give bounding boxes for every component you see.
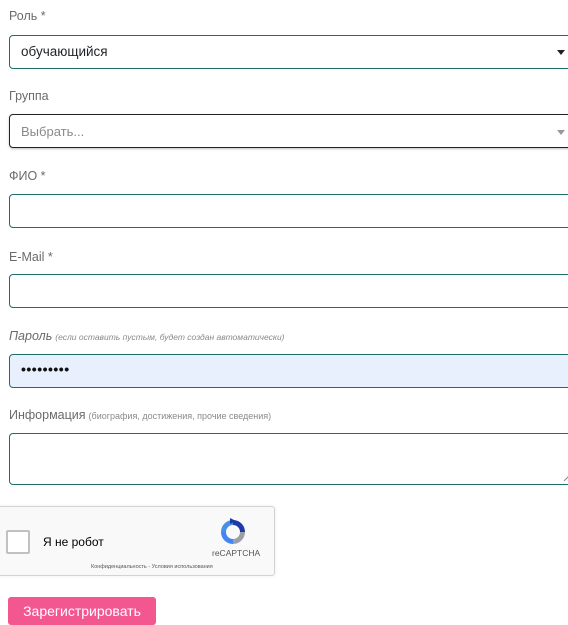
group-select[interactable]: Выбрать... <box>9 114 568 148</box>
register-button[interactable]: Зарегистрировать <box>8 597 156 625</box>
password-hint: (если оставить пустым, будет создан авто… <box>55 332 285 342</box>
recaptcha-label: Я не робот <box>43 535 104 549</box>
group-label: Группа <box>9 89 49 103</box>
info-textarea[interactable] <box>9 433 568 485</box>
recaptcha-checkbox[interactable] <box>6 530 30 554</box>
caret-down-icon <box>557 50 565 55</box>
caret-down-icon <box>557 130 565 135</box>
info-label-text: Информация <box>9 408 86 422</box>
email-input[interactable] <box>9 274 568 308</box>
fio-label: ФИО * <box>9 169 46 183</box>
fio-input[interactable] <box>9 194 568 228</box>
password-masked-value: ••••••••• <box>21 361 70 377</box>
recaptcha-terms-links[interactable]: Конфиденциальность - Условия использован… <box>91 564 213 570</box>
recaptcha-logo-icon <box>221 518 245 544</box>
info-label: Информация (биография, достижения, прочие… <box>9 408 271 422</box>
role-select-value: обучающийся <box>21 44 108 59</box>
recaptcha-brand: reCAPTCHA <box>212 548 261 558</box>
password-label: Пароль (если оставить пустым, будет созда… <box>9 329 285 343</box>
email-label: E-Mail * <box>9 250 53 264</box>
recaptcha-widget: Я не робот reCAPTCHA Конфиденциальность … <box>0 506 275 576</box>
role-label: Роль * <box>9 9 46 23</box>
role-select[interactable]: обучающийся <box>9 35 568 69</box>
info-note: (биография, достижения, прочие сведения) <box>88 411 272 421</box>
password-input[interactable]: ••••••••• <box>9 354 568 388</box>
password-label-text: Пароль <box>9 329 53 343</box>
group-select-placeholder: Выбрать... <box>21 124 85 139</box>
resize-handle-icon[interactable] <box>562 471 568 481</box>
